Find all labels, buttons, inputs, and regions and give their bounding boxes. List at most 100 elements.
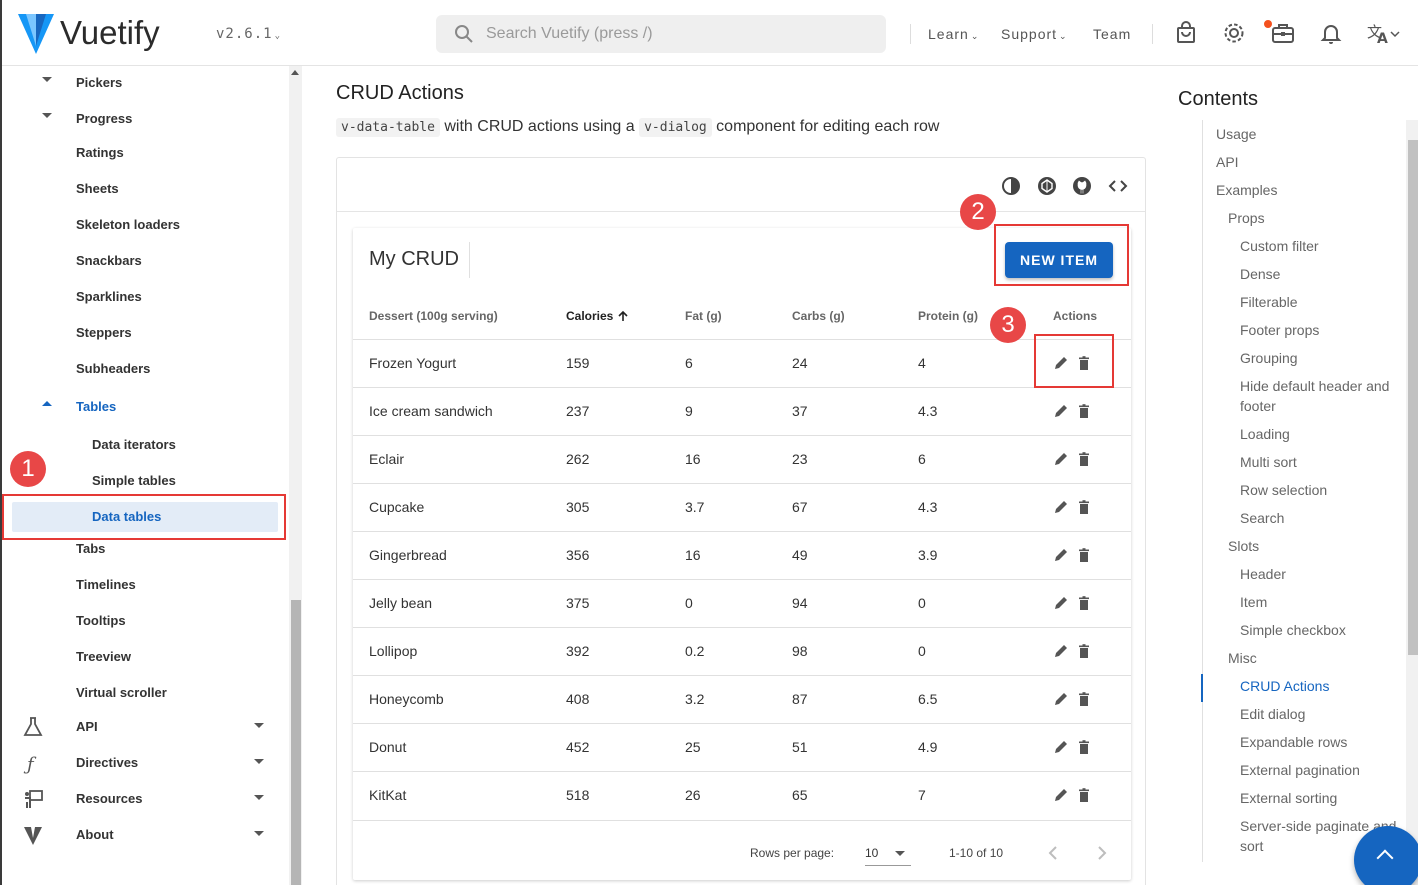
column-header-dessert[interactable]: Dessert (100g serving) — [369, 309, 498, 323]
sidebar-item-skeleton-loaders[interactable]: Skeleton loaders — [2, 208, 282, 242]
column-header-protein[interactable]: Protein (g) — [918, 309, 978, 323]
delete-trash-icon[interactable] — [1075, 546, 1093, 564]
toc-item[interactable]: Edit dialog — [1240, 704, 1305, 724]
nav-support[interactable]: Support ⌄ — [1001, 26, 1068, 42]
delete-trash-icon[interactable] — [1075, 594, 1093, 612]
sidebar-item-ratings[interactable]: Ratings — [2, 136, 282, 170]
delete-trash-icon[interactable] — [1075, 642, 1093, 660]
toc-item[interactable]: Expandable rows — [1240, 732, 1347, 752]
code-icon[interactable] — [1107, 175, 1129, 197]
nav-learn-label: Learn — [928, 26, 969, 42]
sidebar-item-treeview[interactable]: Treeview — [2, 640, 282, 674]
toc-item[interactable]: Custom filter — [1240, 236, 1319, 256]
toc-item[interactable]: Footer props — [1240, 320, 1319, 340]
column-header-carbs[interactable]: Carbs (g) — [792, 309, 845, 323]
sidebar-item-about[interactable]: About — [2, 818, 282, 852]
edit-pencil-icon[interactable] — [1052, 690, 1070, 708]
delete-trash-icon[interactable] — [1075, 402, 1093, 420]
toc-item[interactable]: Loading — [1240, 424, 1290, 444]
sidebar-item-resources[interactable]: Resources — [2, 782, 282, 816]
cell-calories: 518 — [566, 787, 590, 803]
version-selector[interactable]: v2.6.1 ⌄ — [216, 26, 281, 42]
annotation-badge-2: 2 — [960, 194, 996, 230]
github-icon[interactable] — [1071, 175, 1093, 197]
toc-item[interactable]: Slots — [1228, 536, 1259, 556]
cell-fat: 3.7 — [685, 499, 705, 515]
toc-item[interactable]: Multi sort — [1240, 452, 1297, 472]
nav-team[interactable]: Team — [1093, 26, 1131, 42]
toc-item[interactable]: Examples — [1216, 180, 1277, 200]
prev-page-icon[interactable] — [1042, 842, 1064, 864]
briefcase-icon[interactable] — [1270, 20, 1296, 46]
toc-item[interactable]: Row selection — [1240, 480, 1327, 500]
sidebar-item-subheaders[interactable]: Subheaders — [2, 352, 282, 386]
sidebar-item-sparklines[interactable]: Sparklines — [2, 280, 282, 314]
translate-icon[interactable]: 文A — [1366, 20, 1402, 46]
toc-item[interactable]: Hide default header and footer — [1240, 376, 1405, 416]
next-page-icon[interactable] — [1091, 842, 1113, 864]
sidebar-item-progress[interactable]: Progress — [2, 102, 282, 136]
column-header-fat[interactable]: Fat (g) — [685, 309, 722, 323]
toc-item[interactable]: Search — [1240, 508, 1284, 528]
toc-item[interactable]: Item — [1240, 592, 1267, 612]
sidebar-item-virtual-scroller[interactable]: Virtual scroller — [2, 676, 282, 710]
sidebar-item-data-iterators[interactable]: Data iterators — [2, 428, 282, 462]
search-box[interactable] — [436, 15, 886, 53]
edit-pencil-icon[interactable] — [1052, 402, 1070, 420]
toc-item[interactable]: Simple checkbox — [1240, 620, 1346, 640]
sidebar-item-api[interactable]: API — [2, 710, 282, 744]
cell-dessert: Jelly bean — [369, 595, 433, 611]
brand-name[interactable]: Vuetify — [60, 14, 160, 52]
sidebar-item-pickers[interactable]: Pickers — [2, 66, 282, 100]
codepen-icon[interactable] — [1036, 175, 1058, 197]
scroll-up-icon[interactable] — [291, 70, 299, 75]
sidebar-item-tables[interactable]: Tables — [2, 390, 282, 424]
toc-item[interactable]: External pagination — [1240, 760, 1360, 780]
column-header-calories[interactable]: Calories — [566, 309, 629, 323]
delete-trash-icon[interactable] — [1075, 690, 1093, 708]
sidebar-item-steppers[interactable]: Steppers — [2, 316, 282, 350]
edit-pencil-icon[interactable] — [1052, 546, 1070, 564]
table-row: Honeycomb 408 3.2 87 6.5 — [353, 676, 1131, 724]
toc-item[interactable]: Filterable — [1240, 292, 1298, 312]
sidebar-item-timelines[interactable]: Timelines — [2, 568, 282, 602]
rows-per-page-select[interactable]: 10 — [865, 838, 911, 866]
sidebar-item-tooltips[interactable]: Tooltips — [2, 604, 282, 638]
sidebar-scrollbar-thumb[interactable] — [291, 600, 301, 885]
edit-pencil-icon[interactable] — [1052, 594, 1070, 612]
toc-item[interactable]: Dense — [1240, 264, 1280, 284]
delete-trash-icon[interactable] — [1075, 450, 1093, 468]
toc-scrollbar-thumb[interactable] — [1408, 140, 1418, 655]
sidebar-item-directives[interactable]: ƒ Directives — [2, 746, 282, 780]
edit-pencil-icon[interactable] — [1052, 786, 1070, 804]
toc-item[interactable]: Header — [1240, 564, 1286, 584]
delete-trash-icon[interactable] — [1075, 786, 1093, 804]
edit-pencil-icon[interactable] — [1052, 642, 1070, 660]
gear-icon[interactable] — [1221, 20, 1247, 46]
toc-item[interactable]: Misc — [1228, 648, 1257, 668]
chevron-down-icon — [42, 113, 52, 118]
bell-icon[interactable] — [1318, 20, 1344, 46]
nav-learn[interactable]: Learn ⌄ — [928, 26, 979, 42]
toc-active-indicator — [1201, 674, 1203, 702]
toc-item[interactable]: Grouping — [1240, 348, 1298, 368]
cell-protein: 4.3 — [918, 403, 938, 419]
delete-trash-icon[interactable] — [1075, 738, 1093, 756]
vuetify-logo-icon[interactable] — [16, 10, 56, 56]
toc-item[interactable]: External sorting — [1240, 788, 1337, 808]
toc-item[interactable]: Usage — [1216, 124, 1256, 144]
scroll-to-top-button[interactable] — [1354, 826, 1418, 885]
toc-item[interactable]: CRUD Actions — [1240, 676, 1329, 696]
edit-pencil-icon[interactable] — [1052, 738, 1070, 756]
sidebar-item-sheets[interactable]: Sheets — [2, 172, 282, 206]
toc-item[interactable]: Props — [1228, 208, 1265, 228]
edit-pencil-icon[interactable] — [1052, 450, 1070, 468]
theme-toggle-icon[interactable] — [1000, 175, 1022, 197]
table-row: Eclair 262 16 23 6 — [353, 436, 1131, 484]
shopping-bag-icon[interactable] — [1173, 20, 1199, 46]
toc-item[interactable]: API — [1216, 152, 1239, 172]
edit-pencil-icon[interactable] — [1052, 498, 1070, 516]
delete-trash-icon[interactable] — [1075, 498, 1093, 516]
sidebar-item-snackbars[interactable]: Snackbars — [2, 244, 282, 278]
search-input[interactable] — [486, 24, 866, 44]
